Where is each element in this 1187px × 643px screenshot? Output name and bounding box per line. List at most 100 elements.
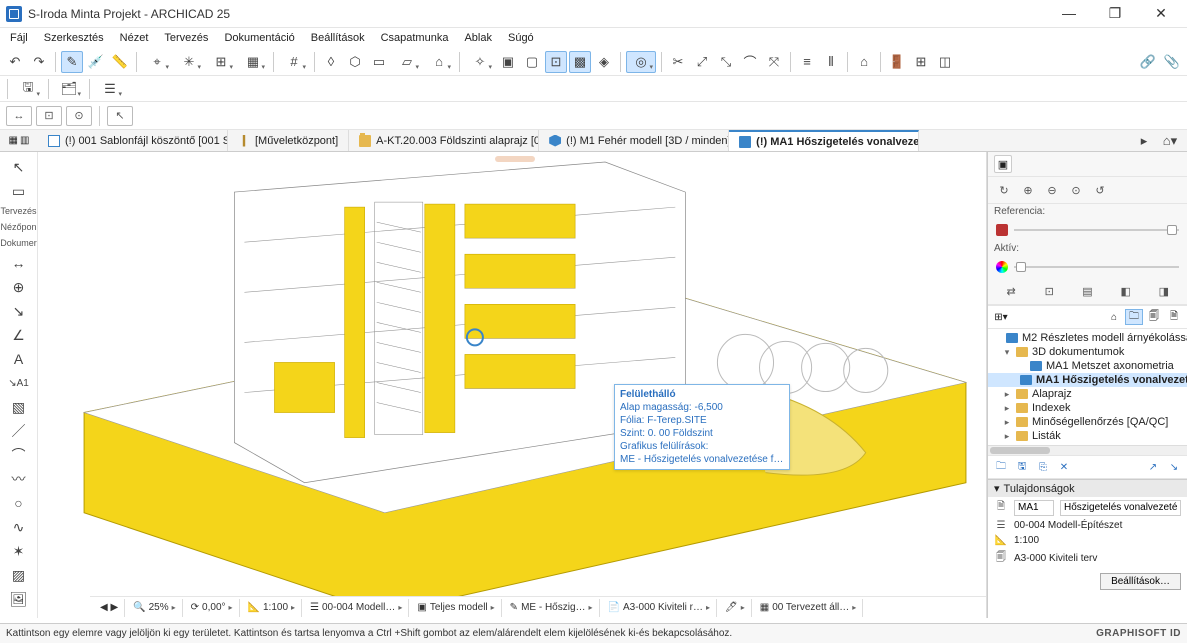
syringe-button[interactable]: 💉 xyxy=(85,51,107,73)
level-dim-tool[interactable]: ⊕ xyxy=(6,276,32,298)
organizer-drop[interactable]: 🗂 xyxy=(54,78,84,100)
window-minimize[interactable]: — xyxy=(1055,5,1083,22)
grid-snap-drop[interactable]: ▦ xyxy=(238,51,268,73)
window-close[interactable]: ✕ xyxy=(1147,5,1175,22)
split-button[interactable]: ✂ xyxy=(667,51,689,73)
tab-0[interactable]: (!) 001 Sablonfájl köszöntő [001 Sablo… xyxy=(38,130,228,151)
menu-help[interactable]: Súgó xyxy=(502,30,540,46)
ref-icon-4[interactable]: ⊙ xyxy=(1066,181,1086,199)
dimension-tool[interactable]: ↔ xyxy=(6,252,32,274)
rp-act-1[interactable]: ⇄ xyxy=(1001,282,1021,300)
window-maximize[interactable]: ❐ xyxy=(1101,5,1129,22)
nav-clone[interactable]: ⎘ xyxy=(1034,459,1052,475)
qb-layercombo[interactable]: ☰ 00-004 Modell… ▸ xyxy=(304,599,409,617)
undo-button[interactable]: ↶ xyxy=(4,51,26,73)
menu-view[interactable]: Nézet xyxy=(114,30,155,46)
edit-plane-button[interactable]: ◊ xyxy=(320,51,342,73)
label-tool[interactable]: ↘A1 xyxy=(6,372,32,394)
distribute-button[interactable]: ⫴ xyxy=(820,51,842,73)
rp-act-5[interactable]: ◨ xyxy=(1154,282,1174,300)
circle-tool[interactable]: ○ xyxy=(6,492,32,514)
tab-4[interactable]: (!) MA1 Hőszigetelés vonalvezetése m…✕ xyxy=(729,130,919,151)
ungroup-button[interactable]: ▢ xyxy=(521,51,543,73)
save-view-drop[interactable]: 🖫 xyxy=(13,78,43,100)
nav-delete[interactable]: ✕ xyxy=(1055,459,1073,475)
rp-act-2[interactable]: ⊡ xyxy=(1039,282,1059,300)
menu-window[interactable]: Ablak xyxy=(458,30,498,46)
angle-dim-tool[interactable]: ∠ xyxy=(6,324,32,346)
home-button[interactable]: ⌂ xyxy=(853,51,875,73)
group-button[interactable]: ▣ xyxy=(497,51,519,73)
guide-lines-drop[interactable]: ⌖ xyxy=(142,51,172,73)
menu-design[interactable]: Tervezés xyxy=(158,30,214,46)
tree-h-scrollbar[interactable] xyxy=(988,445,1187,455)
line-tool[interactable]: ／ xyxy=(6,420,32,442)
tab-3[interactable]: (!) M1 Fehér modell [3D / minden] xyxy=(539,130,729,151)
nav-open-1[interactable]: ↗ xyxy=(1144,459,1162,475)
nav-save-view[interactable]: 🖫 xyxy=(1013,459,1031,475)
snap-points-drop[interactable]: ⊞ xyxy=(206,51,236,73)
model-viewport[interactable]: Felülethálló Alap magasság: -6,500 Fólia… xyxy=(44,152,987,618)
qb-nav[interactable]: ◀ ▶ xyxy=(94,599,125,617)
navtab-project[interactable]: ⌂ xyxy=(1105,309,1123,325)
tab-1[interactable]: [Műveletközpont] xyxy=(228,130,349,151)
show-hide-button[interactable]: ▩ xyxy=(569,51,591,73)
tree-node-ma1axo[interactable]: MA1 Metszet axonometria xyxy=(988,359,1187,373)
element-snap-drop[interactable]: ⌂ xyxy=(424,51,454,73)
tab-new-button[interactable]: ⌂▾ xyxy=(1159,130,1181,152)
ref-icon-1[interactable]: ↻ xyxy=(994,181,1014,199)
ref-icon-5[interactable]: ↺ xyxy=(1090,181,1110,199)
tree-node-qaqc[interactable]: ▸Minőségellenőrzés [QA/QC] xyxy=(988,415,1187,429)
tab-grid-buttons[interactable]: ▦▥ xyxy=(0,130,38,151)
info-slot-1[interactable]: ↔︎ xyxy=(6,106,32,126)
navigator-tree[interactable]: M2 Részletes modell árnyékolással ▾3D do… xyxy=(988,329,1187,445)
figure-tool[interactable]: ▨ xyxy=(6,564,32,586)
menu-document[interactable]: Dokumentáció xyxy=(218,30,300,46)
tab-2[interactable]: A-KT.20.003 Földszinti alaprajz [0. 00 F… xyxy=(349,130,539,151)
trim-drop[interactable]: ▱ xyxy=(392,51,422,73)
radial-dim-tool[interactable]: ↘ xyxy=(6,300,32,322)
prop-name-input[interactable] xyxy=(1060,500,1181,516)
active-slider[interactable] xyxy=(988,256,1187,278)
resize-button[interactable]: ⤧ xyxy=(763,51,785,73)
eyedropper-button[interactable]: ✎ xyxy=(61,51,83,73)
attach-button[interactable]: 📎 xyxy=(1161,51,1183,73)
ruler-button[interactable]: 📏 xyxy=(109,51,131,73)
nav-open-2[interactable]: ↘ xyxy=(1165,459,1183,475)
menu-edit[interactable]: Szerkesztés xyxy=(38,30,110,46)
link-button[interactable]: 🔗 xyxy=(1137,51,1159,73)
arrow-tool[interactable]: ↖ xyxy=(6,156,32,178)
qb-pen[interactable]: ✎ ME - Hőszig… ▸ xyxy=(504,599,600,617)
navtab-popup[interactable]: ⊞▾ xyxy=(992,309,1010,325)
spline-tool[interactable]: ∿ xyxy=(6,516,32,538)
gravity-button[interactable]: ⬡ xyxy=(344,51,366,73)
qb-view[interactable]: ▦ 00 Tervezett áll… ▸ xyxy=(754,599,864,617)
adjust-button[interactable]: ⤢ xyxy=(691,51,713,73)
settings-button[interactable]: Beállítások… xyxy=(1100,573,1181,590)
ref-icon-2[interactable]: ⊕ xyxy=(1018,181,1038,199)
menu-file[interactable]: Fájl xyxy=(4,30,34,46)
door-button[interactable]: 🚪 xyxy=(886,51,908,73)
fillet-button[interactable]: ⌒ xyxy=(739,51,761,73)
polyline-tool[interactable]: 〰 xyxy=(6,468,32,490)
grid-display-drop[interactable]: # xyxy=(279,51,309,73)
navtab-publisher[interactable]: 🗎 xyxy=(1165,309,1183,325)
solid-ops-button[interactable]: ◈ xyxy=(593,51,615,73)
layers-drop[interactable]: ☰ xyxy=(95,78,125,100)
snap-guides-drop[interactable]: ✳ xyxy=(174,51,204,73)
graphisoft-id[interactable]: GRAPHISOFT ID xyxy=(1096,628,1181,639)
navtab-layouts[interactable]: 🗐 xyxy=(1145,309,1163,325)
reference-slider[interactable] xyxy=(988,219,1187,241)
text-tool[interactable]: A xyxy=(6,348,32,370)
tree-node-m2[interactable]: M2 Részletes modell árnyékolással xyxy=(988,331,1187,345)
marquee-tool[interactable]: ▭ xyxy=(6,180,32,202)
redo-button[interactable]: ↷ xyxy=(28,51,50,73)
prop-id-input[interactable] xyxy=(1014,500,1054,516)
fill-tool[interactable]: ▧ xyxy=(6,396,32,418)
opening-button[interactable]: ◫ xyxy=(934,51,956,73)
arc-tool[interactable]: ⌒ xyxy=(6,444,32,466)
qb-pen2[interactable]: 🖊 ▸ xyxy=(719,599,752,617)
magic-wand-drop[interactable]: ✧ xyxy=(465,51,495,73)
navtab-views[interactable]: 🗀 xyxy=(1125,309,1143,325)
qb-angle[interactable]: ⟳ 0,00° ▸ xyxy=(185,599,240,617)
